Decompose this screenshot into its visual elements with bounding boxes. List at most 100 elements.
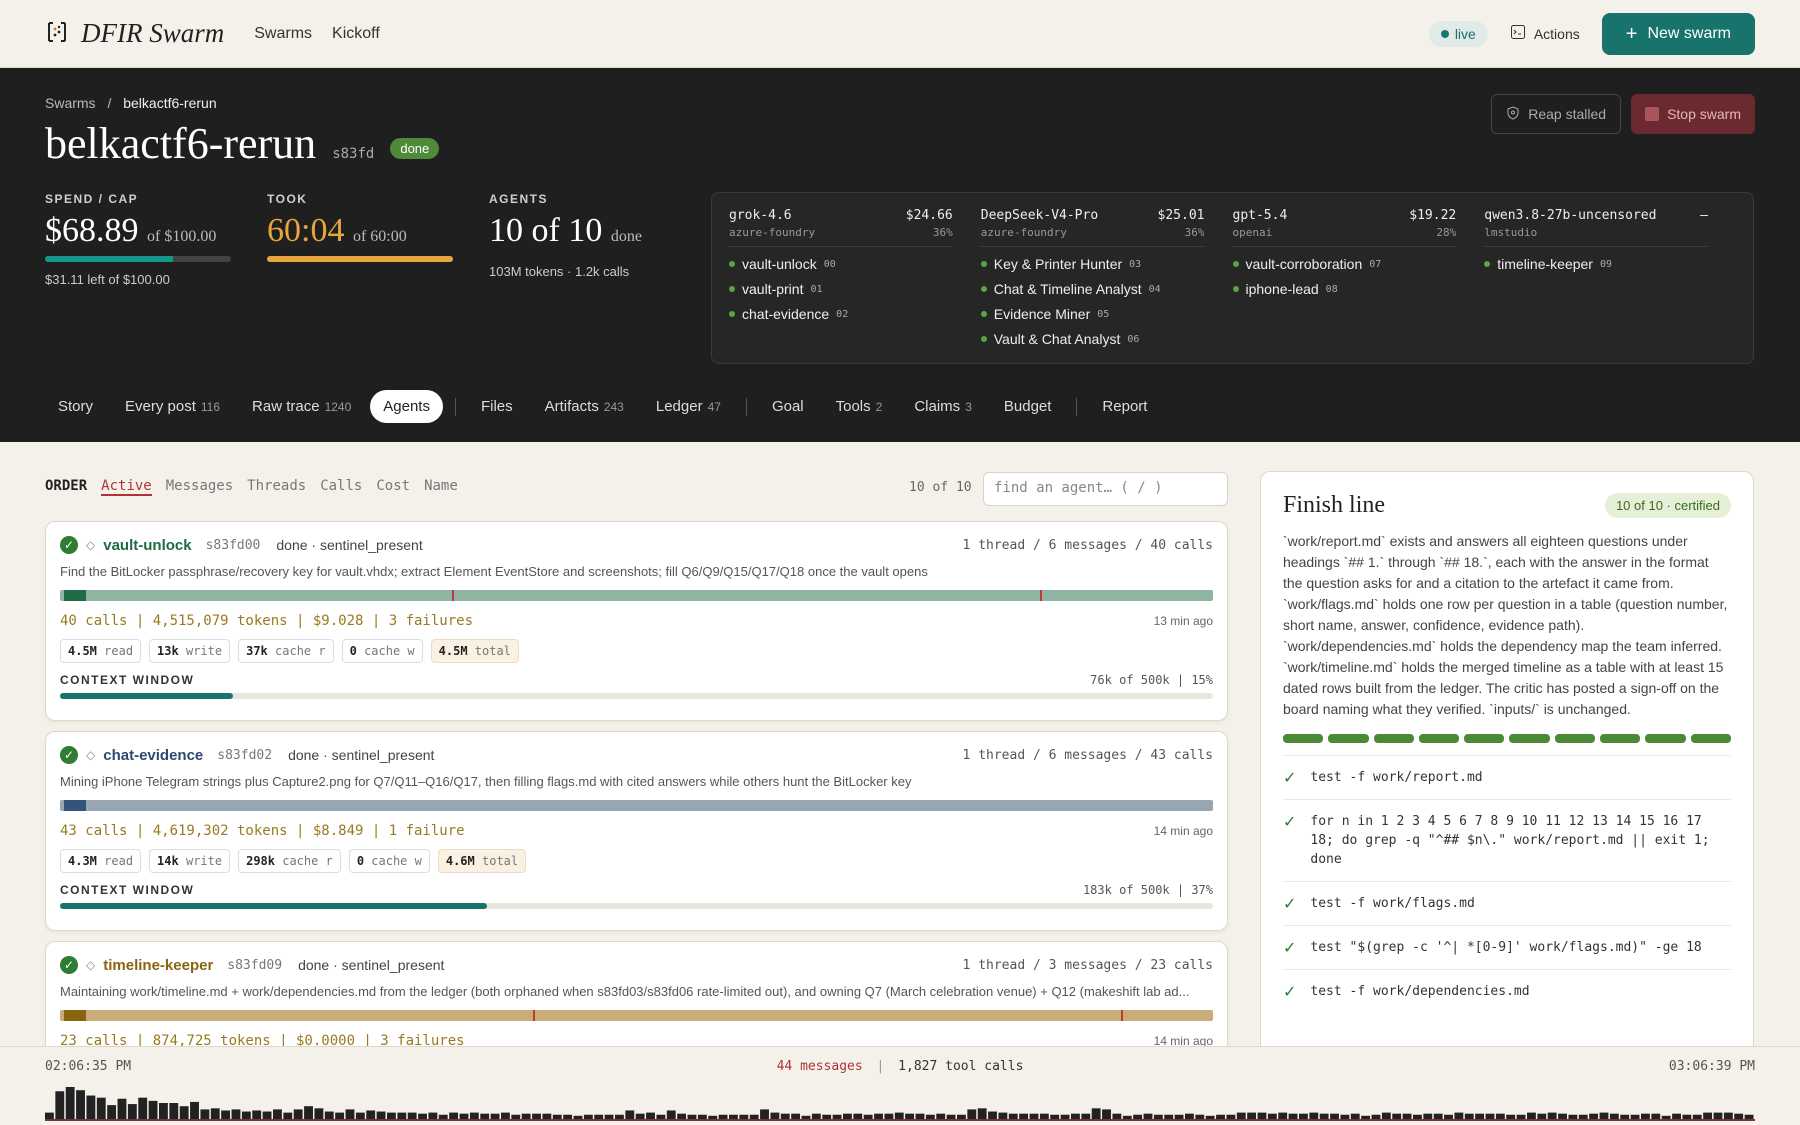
order-messages[interactable]: Messages <box>166 478 233 496</box>
histogram-bar <box>666 1110 676 1119</box>
reap-stalled-button[interactable]: Reap stalled <box>1491 94 1622 134</box>
finish-check-row: ✓ test -f work/report.md <box>1283 755 1731 787</box>
histogram-bar <box>604 1114 614 1119</box>
histogram-bar <box>1433 1113 1443 1119</box>
model-agent[interactable]: timeline-keeper 09 <box>1484 256 1708 272</box>
activity-histogram[interactable] <box>45 1081 1755 1121</box>
histogram-bar <box>283 1112 293 1119</box>
agent-status-dot-icon <box>729 311 735 317</box>
progress-segment <box>1418 734 1460 743</box>
order-cost[interactable]: Cost <box>376 478 410 496</box>
histogram-bar <box>646 1112 655 1119</box>
histogram-bar <box>221 1110 231 1119</box>
histogram-bar <box>563 1114 573 1119</box>
order-name[interactable]: Name <box>424 478 458 496</box>
histogram-bar <box>1495 1113 1505 1119</box>
order-calls[interactable]: Calls <box>320 478 362 496</box>
histogram-bar <box>573 1115 583 1119</box>
model-agent[interactable]: iphone-lead 08 <box>1232 281 1457 297</box>
agent-name[interactable]: chat-evidence <box>103 747 203 764</box>
histogram-bar <box>884 1113 894 1119</box>
model-agent-number: 09 <box>1599 258 1613 270</box>
histogram-bar <box>749 1114 759 1119</box>
model-agent[interactable]: vault-print 01 <box>729 281 953 297</box>
agent-search-input[interactable]: find an agent… ( / ) <box>983 472 1228 506</box>
tab-artifacts[interactable]: Artifacts 243 <box>532 390 637 423</box>
model-agent[interactable]: Chat & Timeline Analyst 04 <box>980 281 1205 297</box>
took-stat: TOOK 60:04 of 60:00 <box>267 192 453 262</box>
progress-segment <box>1464 734 1505 743</box>
model-cost: – <box>1700 208 1708 223</box>
histogram-bar <box>542 1113 552 1119</box>
histogram-bar <box>760 1109 769 1119</box>
agent-card[interactable]: ✓ ◇ vault-unlock s83fd00 done · sentinel_pre… <box>45 521 1228 721</box>
agent-name[interactable]: vault-unlock <box>103 537 191 554</box>
histogram-bar <box>387 1112 396 1119</box>
tab-ledger[interactable]: Ledger 47 <box>643 390 734 423</box>
agent-usage-stats: 40 calls | 4,515,079 tokens | $9.028 | 3… <box>60 613 474 629</box>
took-label: TOOK <box>267 192 308 206</box>
histogram-bar <box>946 1114 956 1119</box>
tab-story[interactable]: Story <box>45 390 106 423</box>
tab-agents[interactable]: Agents <box>370 390 443 423</box>
tab-budget[interactable]: Budget <box>991 390 1065 423</box>
histogram-bar <box>86 1095 96 1119</box>
model-subheader: lmstudio <box>1484 226 1708 247</box>
agent-name[interactable]: timeline-keeper <box>103 957 213 974</box>
actions-button[interactable]: Actions <box>1504 24 1586 43</box>
model-provider: azure-foundry <box>980 226 1067 239</box>
histogram-bar <box>1516 1114 1526 1119</box>
tab-count: 243 <box>603 400 624 414</box>
histogram-bar <box>1413 1114 1422 1119</box>
actions-label: Actions <box>1533 25 1580 42</box>
agent-card-header: ✓ ◇ timeline-keeper s83fd09 done · sentinel_… <box>60 956 1213 974</box>
new-swarm-button[interactable]: + New swarm <box>1601 12 1755 55</box>
agent-description: Maintaining work/timeline.md + work/depe… <box>60 984 1190 999</box>
breadcrumb-swarms[interactable]: Swarms <box>45 95 96 111</box>
live-label: live <box>1454 25 1476 42</box>
histogram-bar <box>635 1113 645 1119</box>
histogram-bar <box>127 1104 137 1119</box>
histogram-bar <box>532 1113 541 1119</box>
tab-every-post[interactable]: Every post 116 <box>112 390 233 423</box>
brand[interactable]: DFIR Swarm <box>45 18 224 49</box>
stop-swarm-button[interactable]: Stop swarm <box>1631 94 1755 134</box>
message-count: 44 messages <box>776 1059 863 1074</box>
finish-check-command: test -f work/dependencies.md <box>1310 984 1530 999</box>
order-threads[interactable]: Threads <box>247 478 306 496</box>
model-name: gpt-5.4 <box>1232 208 1288 223</box>
model-agent[interactable]: vault-unlock 00 <box>729 256 953 272</box>
nav-link-kickoff[interactable]: Kickoff <box>332 25 380 43</box>
model-agent[interactable]: Vault & Chat Analyst 06 <box>980 331 1205 347</box>
chip-label: read <box>104 644 134 658</box>
histogram-bar <box>1081 1113 1091 1119</box>
order-active[interactable]: Active <box>101 478 152 496</box>
tab-count: 116 <box>200 400 221 414</box>
agent-card[interactable]: ✓ ◇ chat-evidence s83fd02 done · sentinel_pr… <box>45 731 1228 931</box>
tab-count: 2 <box>875 400 883 414</box>
tab-count: 47 <box>707 400 721 414</box>
agent-activity-bar <box>60 590 1213 601</box>
model-agent[interactable]: Key & Printer Hunter 03 <box>980 256 1205 272</box>
tab-report[interactable]: Report <box>1089 390 1160 423</box>
chip-value: 0 <box>349 644 357 658</box>
tab-goal[interactable]: Goal <box>759 390 817 423</box>
model-agent[interactable]: chat-evidence 02 <box>729 306 953 322</box>
activity-timeline: 02:06:35 PM 44 messages | 1,827 tool cal… <box>0 1046 1800 1125</box>
tab-files[interactable]: Files <box>468 390 526 423</box>
histogram-bar <box>1164 1114 1174 1119</box>
tab-raw-trace[interactable]: Raw trace 1240 <box>239 390 364 423</box>
histogram-bar <box>1060 1114 1070 1119</box>
model-agent-name: Evidence Miner <box>993 306 1091 322</box>
model-agent[interactable]: Evidence Miner 05 <box>980 306 1205 322</box>
model-agent[interactable]: vault-corroboration 07 <box>1232 256 1457 272</box>
finish-check-command: test "$(grep -c '^| *[0-9]' work/flags.m… <box>1310 940 1702 955</box>
histogram-bar <box>1527 1112 1536 1119</box>
activity-start-segment <box>64 800 86 811</box>
nav-link-swarms[interactable]: Swarms <box>254 25 312 43</box>
tab-tools[interactable]: Tools 2 <box>823 390 896 423</box>
chip-value: 4.6M <box>445 854 475 868</box>
model-agent-name: timeline-keeper <box>1497 256 1593 272</box>
tab-claims[interactable]: Claims 3 <box>901 390 985 423</box>
agent-id: s83fd09 <box>227 957 283 973</box>
